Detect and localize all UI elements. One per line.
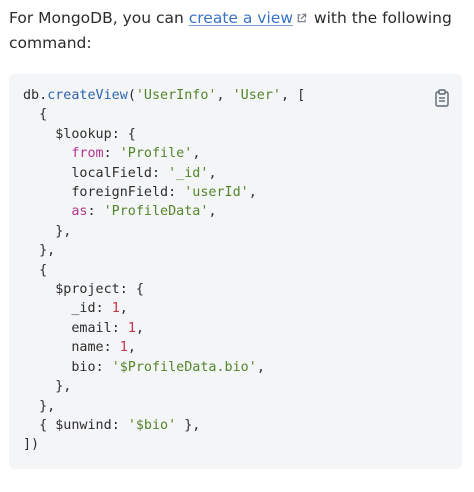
code-token: 1	[119, 340, 128, 356]
code-token: 'ProfileData'	[103, 204, 209, 220]
intro-paragraph: For MongoDB, you can create a view with …	[9, 6, 464, 55]
code-token: localField	[71, 165, 152, 181]
code-token: $lookup	[55, 126, 112, 142]
code-token: $unwind	[55, 417, 112, 433]
intro-text-before: For MongoDB, you can	[9, 9, 189, 27]
code-token: 'Profile'	[119, 146, 193, 162]
code-token: 'User'	[232, 88, 281, 103]
code-token: foreignField	[71, 185, 169, 201]
code-token: bio	[71, 359, 96, 375]
code-token: 'userId'	[184, 185, 249, 201]
code-block: db.createView('UserInfo', 'User', [ { $l…	[9, 74, 462, 469]
code-token: createView	[47, 88, 128, 103]
code-token: 1	[127, 320, 136, 336]
external-link-icon[interactable]	[296, 7, 307, 31]
code-token: as	[71, 204, 88, 220]
create-view-link[interactable]: create a view	[189, 9, 293, 27]
code-token: '$ProfileData.bio'	[111, 359, 257, 375]
copy-code-button[interactable]	[432, 89, 452, 111]
clipboard-icon	[434, 89, 450, 111]
code-token: 'UserInfo'	[135, 88, 217, 103]
code-token: name	[71, 340, 104, 356]
code-content: db.createView('UserInfo', 'User', [ { $l…	[23, 88, 306, 453]
code-token: db	[23, 88, 40, 103]
code-token: from	[71, 146, 104, 162]
code-token: '$bio'	[127, 417, 177, 433]
code-token: '_id'	[168, 165, 209, 181]
code-token: email	[71, 320, 112, 336]
code-token: $project	[55, 282, 120, 298]
code-token: _id	[71, 301, 96, 317]
code-token: 1	[111, 301, 120, 317]
